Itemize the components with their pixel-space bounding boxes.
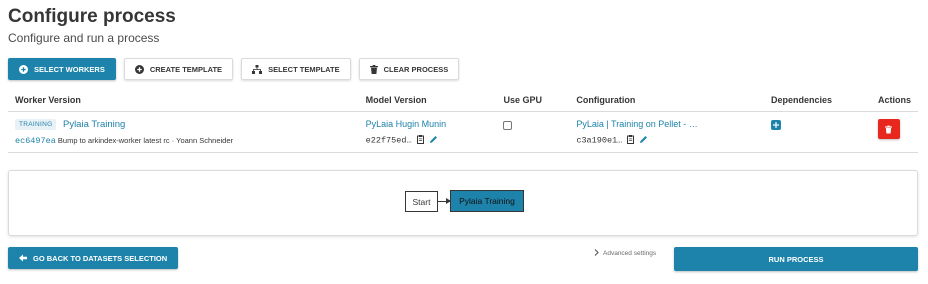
workers-table: Worker Version Model Version Use GPU Con… — [8, 92, 918, 154]
select-template-button[interactable]: Select template — [241, 58, 351, 80]
create-template-label: Create template — [149, 64, 223, 74]
column-configuration: Configuration — [569, 92, 765, 112]
page-subtitle: Configure and run a process — [8, 31, 160, 45]
column-use-gpu: Use GPU — [496, 92, 570, 112]
create-template-button[interactable]: Create template — [123, 58, 234, 80]
sitemap-icon — [252, 64, 263, 74]
edit-pencil-icon[interactable] — [639, 135, 648, 146]
configuration-name-link[interactable]: PyLaia | Training on Pellet - … — [576, 119, 697, 129]
select-template-label: Select template — [268, 64, 340, 74]
use-gpu-cell — [496, 111, 570, 154]
clear-process-button[interactable]: Clear process — [358, 58, 460, 80]
configuration-hash: c3a190e1… — [576, 135, 623, 146]
configuration-cell: PyLaia | Training on Pellet - … c3a190e1… — [569, 111, 765, 154]
arrow-left-icon — [19, 254, 27, 262]
page-title: Configure process — [8, 6, 176, 27]
model-name-link[interactable]: PyLaia Hugin Munin — [366, 119, 447, 129]
select-workers-label: Select workers — [34, 64, 105, 74]
chevron-right-icon — [594, 249, 599, 258]
delete-worker-button[interactable] — [877, 119, 900, 139]
add-dependency-button[interactable] — [771, 120, 782, 130]
plus-icon — [773, 122, 780, 128]
plus-circle-icon — [19, 64, 28, 74]
model-hash: e22f75ed… — [365, 135, 412, 146]
worker-version-cell: TRAINING Pylaia Training ec6497ea Bump t… — [8, 111, 359, 154]
clipboard-icon[interactable] — [416, 135, 424, 146]
graph-worker-node[interactable]: Pylaia Training — [450, 190, 524, 212]
table-header-row: Worker Version Model Version Use GPU Con… — [8, 92, 918, 112]
trash-icon — [369, 64, 378, 74]
advanced-settings-toggle[interactable]: Advanced settings — [594, 249, 656, 258]
back-to-datasets-label: Go back to datasets selection — [33, 253, 168, 263]
use-gpu-checkbox[interactable] — [503, 121, 513, 130]
trash-icon — [885, 125, 893, 133]
worker-type-tag: TRAINING — [15, 119, 57, 131]
column-model-version: Model Version — [358, 92, 497, 112]
clipboard-icon[interactable] — [627, 135, 635, 146]
toolbar: Select workers Create template Select te… — [8, 58, 460, 80]
worker-name-link[interactable]: Pylaia Training — [63, 119, 125, 130]
plus-circle-icon — [134, 64, 144, 74]
select-workers-button[interactable]: Select workers — [8, 58, 116, 80]
process-graph: Start Pylaia Training — [8, 170, 918, 236]
revision-hash-link[interactable]: ec6497ea — [15, 136, 56, 146]
table-row: TRAINING Pylaia Training ec6497ea Bump t… — [8, 111, 918, 154]
edit-pencil-icon[interactable] — [429, 135, 438, 146]
revision-message: Bump to arkindex-worker latest rc · Yoan… — [57, 136, 233, 146]
clear-process-label: Clear process — [383, 64, 449, 74]
column-actions: Actions — [870, 92, 918, 112]
back-to-datasets-button[interactable]: Go back to datasets selection — [8, 247, 179, 269]
model-version-cell: PyLaia Hugin Munin e22f75ed… — [358, 111, 497, 154]
dependencies-cell — [764, 111, 871, 154]
column-worker-version: Worker Version — [8, 92, 359, 112]
graph-start-node: Start — [405, 191, 438, 212]
column-dependencies: Dependencies — [764, 92, 871, 112]
advanced-settings-label: Advanced settings — [603, 250, 657, 257]
run-process-label: Run process — [768, 254, 824, 264]
run-process-button[interactable]: Run process — [674, 247, 918, 271]
actions-cell — [870, 111, 918, 154]
